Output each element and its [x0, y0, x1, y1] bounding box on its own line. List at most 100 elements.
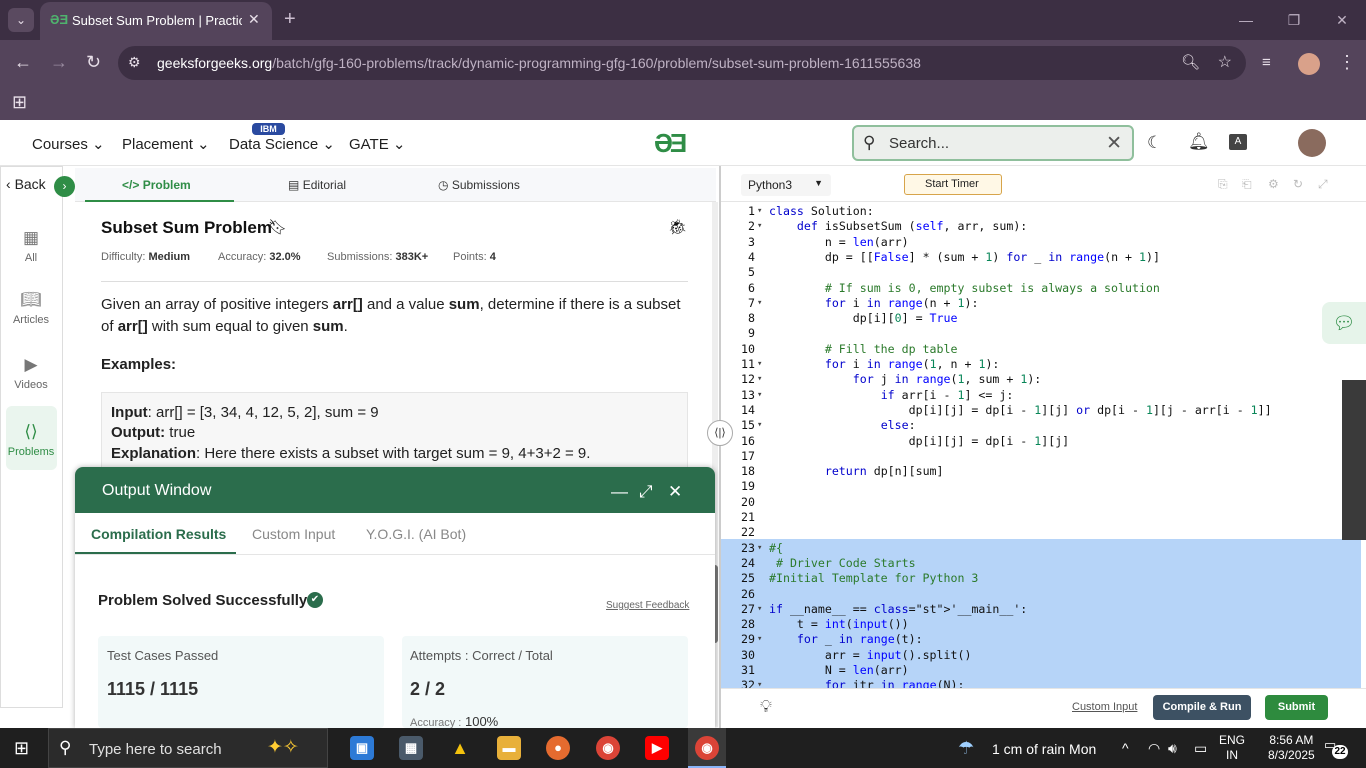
lightbulb-icon[interactable]: 💡︎ — [760, 697, 772, 717]
start-timer-button[interactable]: Start Timer — [904, 174, 1002, 195]
tab-custom-input[interactable]: Custom Input — [252, 526, 335, 542]
fold-chevron-icon[interactable]: ▾ — [757, 206, 762, 216]
bookmark-star-icon[interactable]: ☆ — [1218, 52, 1232, 72]
language-select[interactable]: Python3 ▼ — [741, 174, 831, 196]
fullscreen-icon[interactable]: ⤢ — [1318, 177, 1328, 192]
reload-icon[interactable]: ↻ — [86, 52, 101, 73]
tab-yogi-ai-bot[interactable]: Y.O.G.I. (AI Bot) — [366, 526, 466, 542]
expand-rail-button[interactable]: › — [54, 176, 75, 197]
code-line[interactable]: else: — [769, 418, 916, 432]
fold-chevron-icon[interactable]: ▾ — [757, 604, 762, 614]
code-line[interactable]: return dp[n][sum] — [769, 464, 944, 478]
weather-text[interactable]: 1 cm of rain Mon — [992, 741, 1096, 757]
nav-data-science[interactable]: Data Science ⌄ — [229, 135, 335, 153]
tab-submissions[interactable]: ◷ Submissions — [438, 178, 520, 192]
calculator-icon[interactable]: ▦ — [399, 736, 423, 760]
report-bug-icon[interactable]: 🐞︎ — [668, 218, 687, 236]
battery-icon[interactable]: ▭ — [1194, 740, 1207, 757]
rail-item-problems[interactable]: ⟨⟩ Problems — [0, 422, 62, 458]
close-window-icon[interactable]: ✕ — [1318, 0, 1366, 40]
code-line[interactable]: #Initial Template for Python 3 — [769, 571, 978, 585]
nav-courses[interactable]: Courses ⌄ — [32, 135, 105, 153]
fold-chevron-icon[interactable]: ▾ — [757, 634, 762, 644]
user-avatar[interactable] — [1298, 129, 1326, 157]
paste-icon[interactable]: ⎗ — [1242, 177, 1252, 192]
notification-center-icon[interactable]: ▭ 22 — [1324, 737, 1348, 759]
fold-chevron-icon[interactable]: ▾ — [757, 680, 762, 688]
code-line[interactable]: for _ in range(t): — [769, 632, 923, 646]
chrome-icon[interactable]: ◉ — [596, 736, 620, 760]
browser-menu-icon[interactable]: ⋮ — [1338, 52, 1356, 73]
youtube-icon[interactable]: ▶ — [645, 736, 669, 760]
code-line[interactable]: #{ — [769, 541, 783, 555]
volume-icon[interactable]: 🔊︎ — [1168, 740, 1177, 757]
address-bar[interactable]: ⚙ geeksforgeeks.org/batch/gfg-160-proble… — [118, 46, 1246, 80]
browser-tab[interactable]: ƏƎ Subset Sum Problem | Practice | ✕ — [40, 2, 272, 40]
gfg-logo[interactable]: ƏƎ — [654, 128, 712, 158]
clear-search-icon[interactable]: ✕ — [1106, 132, 1122, 155]
windows-start-icon[interactable]: ⊞ — [14, 738, 29, 759]
notification-bell-icon[interactable]: 🔔︎ — [1188, 132, 1210, 152]
fold-chevron-icon[interactable]: ▾ — [757, 221, 762, 231]
tab-search-menu-icon[interactable]: ⌄ — [8, 8, 34, 32]
code-line[interactable]: def isSubsetSum (self, arr, sum): — [769, 219, 1027, 233]
reset-icon[interactable]: ↻ — [1293, 177, 1303, 191]
copy-icon[interactable]: ⎘ — [1218, 177, 1228, 192]
rain-umbrella-icon[interactable]: ☂ — [958, 738, 974, 759]
chrome-icon[interactable]: ◉ — [695, 736, 719, 760]
code-line[interactable]: N = len(arr) — [769, 663, 909, 677]
app-icon[interactable]: ● — [546, 736, 570, 760]
input-language[interactable]: ENG IN — [1219, 733, 1245, 763]
clock[interactable]: 8:56 AM 8/3/2025 — [1268, 733, 1315, 763]
fold-chevron-icon[interactable]: ▾ — [757, 359, 762, 369]
code-line[interactable]: dp[i][j] = dp[i - 1][j] or dp[i - 1][j -… — [769, 403, 1272, 417]
wifi-icon[interactable]: ◠ — [1148, 740, 1160, 757]
code-line[interactable]: n = len(arr) — [769, 235, 909, 249]
minimize-icon[interactable]: — — [611, 482, 628, 502]
store-icon[interactable]: ▣ — [350, 736, 374, 760]
nav-gate[interactable]: GATE ⌄ — [349, 135, 405, 153]
browser-profile-avatar[interactable] — [1298, 53, 1320, 75]
taskbar-search[interactable]: ⚲ Type here to search ✦✧ — [48, 728, 328, 768]
file-explorer-icon[interactable]: ▬ — [497, 736, 521, 760]
site-info-icon[interactable]: ⚙ — [128, 54, 141, 71]
code-line[interactable]: t = int(input()) — [769, 617, 909, 631]
maximize-icon[interactable]: ❐ — [1270, 0, 1318, 40]
settings-icon[interactable]: ⚙ — [1268, 177, 1279, 191]
fold-chevron-icon[interactable]: ▾ — [757, 374, 762, 384]
close-tab-icon[interactable]: ✕ — [248, 11, 260, 28]
tab-editorial[interactable]: ▤ Editorial — [288, 178, 346, 192]
code-line[interactable]: for j in range(1, sum + 1): — [769, 372, 1042, 386]
fold-chevron-icon[interactable]: ▾ — [757, 420, 762, 430]
back-arrow-icon[interactable]: ← — [14, 52, 32, 73]
code-line[interactable]: for i in range(1, n + 1): — [769, 357, 1000, 371]
back-link[interactable]: ‹ Back — [6, 176, 46, 192]
code-line[interactable]: if arr[i - 1] <= j: — [769, 388, 1014, 402]
code-line[interactable]: class Solution: — [769, 204, 874, 218]
new-tab-icon[interactable]: + — [284, 8, 296, 31]
rail-item-articles[interactable]: 📖︎ Articles — [0, 290, 62, 326]
code-line[interactable]: # If sum is 0, empty subset is always a … — [769, 281, 1160, 295]
compile-run-button[interactable]: Compile & Run — [1153, 695, 1251, 720]
chat-icon[interactable]: 💬︎ — [1322, 302, 1366, 344]
code-line[interactable]: dp[i][j] = dp[i - 1][j] — [769, 434, 1070, 448]
fold-chevron-icon[interactable]: ▾ — [757, 298, 762, 308]
nav-placement[interactable]: Placement ⌄ — [122, 135, 210, 153]
code-line[interactable]: dp = [[False] * (sum + 1) for _ in range… — [769, 250, 1160, 264]
translate-icon[interactable]: A — [1229, 134, 1247, 150]
code-line[interactable]: for i in range(n + 1): — [769, 296, 979, 310]
rail-item-videos[interactable]: ▶ Videos — [0, 355, 62, 391]
suggest-feedback-link[interactable]: Suggest Feedback — [606, 600, 689, 611]
rail-item-all[interactable]: ▦ All — [0, 228, 62, 264]
bookmark-icon[interactable]: 🔖︎ — [268, 218, 287, 236]
close-icon[interactable]: ✕ — [668, 482, 682, 502]
fold-chevron-icon[interactable]: ▾ — [757, 390, 762, 400]
media-control-icon[interactable]: ≡ — [1262, 54, 1271, 71]
code-line[interactable]: dp[i][0] = True — [769, 311, 958, 325]
apps-grid-icon[interactable]: ⊞ — [12, 92, 27, 113]
site-search-input[interactable]: ⚲ Search... ✕ — [852, 125, 1134, 161]
custom-input-link[interactable]: Custom Input — [1072, 701, 1137, 713]
forward-arrow-icon[interactable]: → — [50, 52, 68, 73]
dark-mode-icon[interactable]: ☾ — [1147, 133, 1162, 153]
tab-compilation-results[interactable]: Compilation Results — [91, 526, 226, 542]
